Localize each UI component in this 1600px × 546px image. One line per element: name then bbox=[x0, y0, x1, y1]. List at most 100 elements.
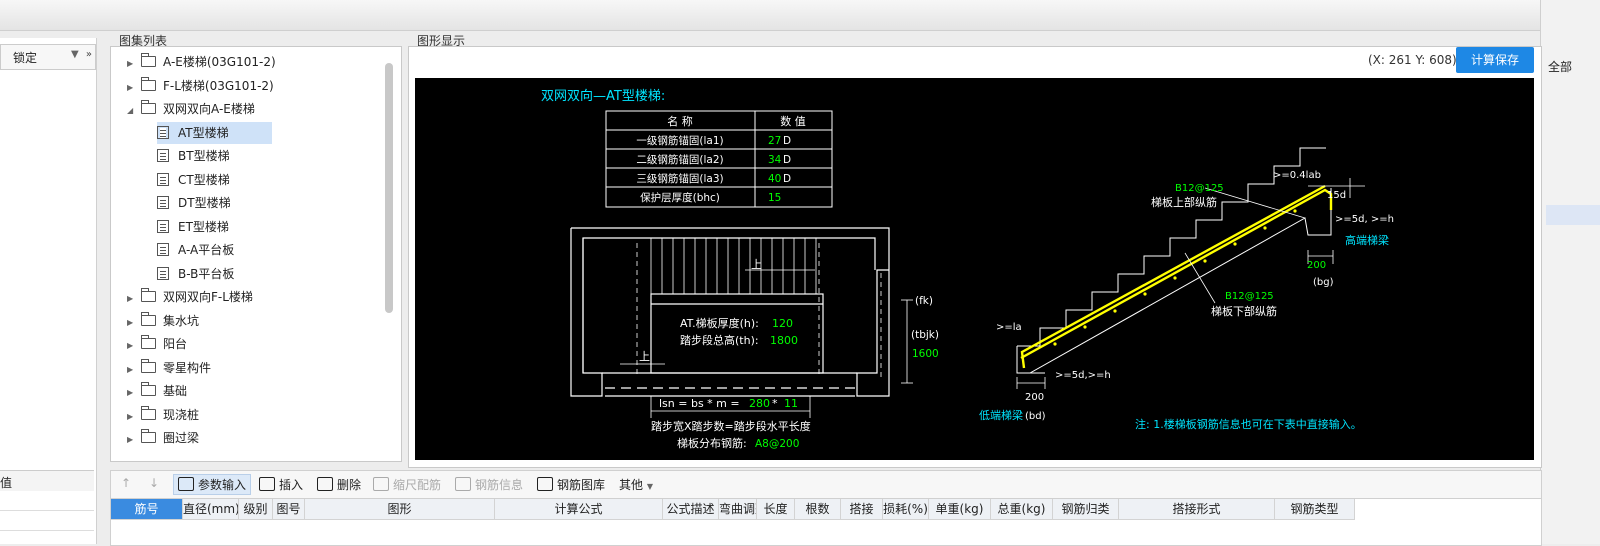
rebar-info-label: 钢筋信息 bbox=[475, 478, 524, 492]
dim-200-right[interactable]: 200 bbox=[1307, 260, 1326, 271]
tree-folder[interactable]: ◢ 双网双向A-E楼梯 bbox=[127, 98, 255, 120]
tree-leaf[interactable]: AT型楼梯 bbox=[157, 121, 272, 144]
right-panel-selection[interactable] bbox=[1546, 205, 1600, 225]
rebar-dots bbox=[1053, 209, 1297, 346]
table-row-value[interactable]: 40 bbox=[768, 173, 781, 185]
grid-column-header[interactable]: 筋号 bbox=[111, 499, 183, 520]
table-row-value[interactable]: 27 bbox=[768, 135, 781, 147]
atlas-scrollbar[interactable] bbox=[385, 63, 393, 313]
tree-folder[interactable]: ▶ 现浇桩 bbox=[127, 404, 199, 426]
caret-right-icon[interactable]: ▶ bbox=[127, 288, 137, 310]
rebar-grid[interactable]: 筋号直径(mm)级别图号图形计算公式公式描述弯曲调整长度根数搭接损耗(%)单重(… bbox=[110, 498, 1542, 546]
tree-item-label: 圈过梁 bbox=[163, 431, 200, 445]
table-row-value[interactable]: 34 bbox=[768, 154, 782, 166]
grid-column-header[interactable]: 图号 bbox=[273, 499, 305, 520]
caret-right-icon[interactable]: ▶ bbox=[127, 406, 137, 428]
table-row-value[interactable]: 15 bbox=[768, 192, 781, 204]
chevron-down-icon: ▼ bbox=[71, 49, 79, 60]
tree-leaf[interactable]: ET型楼梯 bbox=[157, 216, 229, 238]
stair-section-view bbox=[1016, 147, 1332, 374]
grid-column-header[interactable]: 钢筋类型 bbox=[1275, 499, 1355, 520]
window-top-bar bbox=[0, 0, 1540, 31]
document-icon bbox=[157, 219, 169, 233]
grid-column-header[interactable]: 总重(kg) bbox=[991, 499, 1053, 520]
all-button[interactable]: 全部 bbox=[1548, 58, 1572, 75]
right-side-panel bbox=[1540, 0, 1600, 544]
move-up-button[interactable]: ↑ bbox=[121, 476, 131, 490]
caret-right-icon[interactable]: ▶ bbox=[127, 77, 137, 99]
scale-rebar-button[interactable]: 缩尺配筋 bbox=[373, 476, 441, 493]
lock-dropdown[interactable]: 锁定 ▼ » bbox=[0, 44, 96, 70]
table-row-unit: D bbox=[783, 135, 791, 147]
tree-folder[interactable]: ▶ 圈过梁 bbox=[127, 427, 199, 449]
grid-column-header[interactable]: 图形 bbox=[305, 499, 495, 520]
document-icon bbox=[157, 243, 169, 256]
caret-right-icon[interactable]: ▶ bbox=[127, 429, 137, 451]
tree-folder[interactable]: ▶ 零星构件 bbox=[127, 357, 211, 379]
table-row-unit: D bbox=[783, 173, 791, 185]
param-input-button[interactable]: 参数输入 bbox=[173, 474, 252, 495]
stair-treads bbox=[650, 238, 817, 294]
grid-column-header[interactable]: 损耗(%) bbox=[883, 499, 929, 520]
tree-leaf[interactable]: CT型楼梯 bbox=[157, 169, 230, 191]
caret-right-icon[interactable]: ▶ bbox=[127, 335, 137, 357]
lock-label: 锁定 bbox=[13, 51, 38, 65]
grid-column-header[interactable]: 根数 bbox=[795, 499, 841, 520]
insert-label: 插入 bbox=[279, 478, 304, 492]
stair-plan-view bbox=[570, 227, 890, 397]
table-header-name: 名 称 bbox=[667, 114, 693, 128]
tree-item-label: 阳台 bbox=[163, 337, 188, 351]
thickness-value[interactable]: 120 bbox=[772, 317, 793, 330]
bottom-rebar-value[interactable]: B12@125 bbox=[1225, 291, 1274, 302]
grid-column-header[interactable]: 长度 bbox=[757, 499, 795, 520]
calc-save-button[interactable]: 计算保存 bbox=[1456, 47, 1534, 73]
caret-right-icon[interactable]: ▶ bbox=[127, 359, 137, 381]
tree-folder[interactable]: ▶ F-L楼梯(03G101-2) bbox=[127, 75, 274, 97]
grid-column-header[interactable]: 弯曲调整 bbox=[719, 499, 757, 520]
other-dropdown[interactable]: 其他 ▼ bbox=[619, 476, 653, 493]
grid-column-header[interactable]: 计算公式 bbox=[495, 499, 663, 520]
tree-folder[interactable]: ▶ 双网双向F-L楼梯 bbox=[127, 286, 253, 308]
top-rebar-value[interactable]: B12@125 bbox=[1175, 183, 1224, 194]
caret-down-icon[interactable]: ◢ bbox=[127, 100, 137, 122]
folder-icon bbox=[141, 311, 156, 326]
tree-item-label: CT型楼梯 bbox=[178, 172, 230, 187]
move-down-button[interactable]: ↓ bbox=[149, 476, 159, 490]
lsn-m-value[interactable]: 11 bbox=[784, 397, 798, 410]
rebar-info-button[interactable]: 钢筋信息 bbox=[455, 476, 523, 493]
double-arrow-right-icon[interactable]: » bbox=[86, 49, 92, 60]
grid-column-header[interactable]: 搭接 bbox=[841, 499, 883, 520]
tree-leaf[interactable]: DT型楼梯 bbox=[157, 192, 231, 214]
folder-icon bbox=[141, 335, 156, 349]
rebar-library-button[interactable]: 钢筋图库 bbox=[537, 476, 605, 493]
tree-leaf[interactable]: B-B平台板 bbox=[157, 263, 234, 285]
grid-column-header[interactable]: 单重(kg) bbox=[929, 499, 991, 520]
right-dimension bbox=[901, 299, 913, 384]
tbjk-value[interactable]: 1600 bbox=[912, 348, 939, 360]
insert-button[interactable]: 插入 bbox=[259, 476, 303, 493]
lsn-bs-value[interactable]: 280 bbox=[749, 397, 770, 410]
grid-column-header[interactable]: 直径(mm) bbox=[183, 499, 239, 520]
grid-column-header[interactable]: 搭接形式 bbox=[1119, 499, 1275, 520]
tree-folder[interactable]: ▶ 阳台 bbox=[127, 333, 187, 355]
tree-folder[interactable]: ▶ A-E楼梯(03G101-2) bbox=[127, 51, 276, 73]
tree-folder[interactable]: ▶ 集水坑 bbox=[127, 310, 199, 332]
drawing-canvas[interactable]: 双网双向—AT型楼梯: 名 称 数 值 一级钢筋锚固(la1) 27 D 二级钢… bbox=[415, 78, 1534, 460]
tree-folder[interactable]: ▶ 基础 bbox=[127, 380, 187, 402]
ruler-icon bbox=[373, 477, 389, 491]
folder-icon bbox=[141, 358, 156, 373]
caret-right-icon[interactable]: ▶ bbox=[127, 53, 137, 75]
tree-leaf[interactable]: A-A平台板 bbox=[157, 239, 234, 261]
bg-label: (bg) bbox=[1313, 277, 1334, 288]
tbjk-label: (tbjk) bbox=[911, 329, 939, 341]
caret-right-icon[interactable]: ▶ bbox=[127, 382, 137, 404]
delete-button[interactable]: 删除 bbox=[317, 476, 361, 493]
tree-leaf[interactable]: BT型楼梯 bbox=[157, 145, 230, 167]
distribution-rebar-value[interactable]: A8@200 bbox=[755, 438, 799, 450]
height-value[interactable]: 1800 bbox=[770, 334, 798, 347]
grid-column-header[interactable]: 级别 bbox=[239, 499, 273, 520]
folder-icon bbox=[141, 405, 156, 420]
grid-column-header[interactable]: 钢筋归类 bbox=[1053, 499, 1119, 520]
caret-right-icon[interactable]: ▶ bbox=[127, 312, 137, 334]
grid-column-header[interactable]: 公式描述 bbox=[663, 499, 719, 520]
